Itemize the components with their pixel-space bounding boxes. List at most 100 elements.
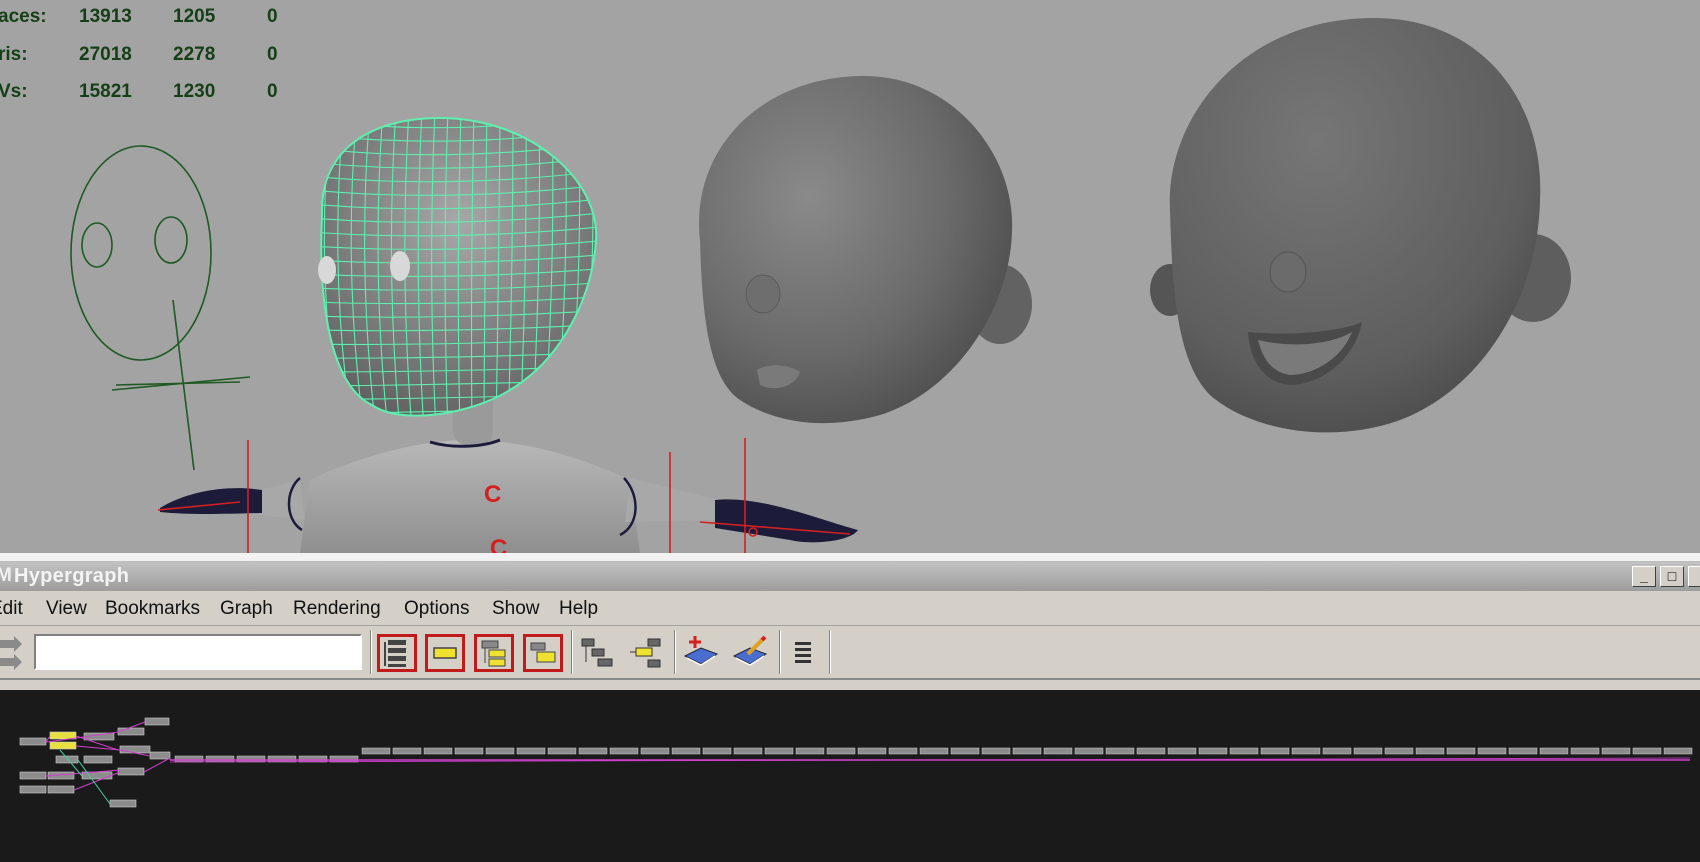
graph-node[interactable] — [205, 755, 235, 763]
graph-node[interactable] — [19, 737, 47, 746]
edit-bookmark-icon[interactable] — [730, 634, 770, 672]
maximize-button[interactable]: □ — [1660, 566, 1684, 587]
graph-node[interactable] — [119, 745, 151, 754]
graph-node[interactable] — [1570, 747, 1600, 755]
graph-node[interactable] — [83, 755, 113, 764]
graph-node[interactable] — [361, 747, 391, 755]
graph-node[interactable] — [1074, 747, 1104, 755]
vertical-layout-icon[interactable] — [626, 634, 666, 672]
graph-node[interactable] — [1477, 747, 1507, 755]
3d-viewport[interactable]: C C aces: 13913 1205 0 ris: 27018 2278 0… — [0, 0, 1700, 553]
sculpted-head-neutral — [699, 75, 1032, 424]
menu-help[interactable]: Help — [559, 598, 598, 620]
graph-node[interactable] — [764, 747, 794, 755]
menu-view[interactable]: View — [46, 598, 87, 620]
graph-node[interactable] — [236, 755, 266, 763]
graph-node[interactable] — [516, 747, 546, 755]
graph-node[interactable] — [795, 747, 825, 755]
graph-node[interactable] — [1136, 747, 1166, 755]
graph-node[interactable] — [578, 747, 608, 755]
graph-node[interactable] — [267, 755, 297, 763]
graph-node[interactable] — [117, 767, 145, 776]
graph-node[interactable] — [1446, 747, 1476, 755]
window-title: Hypergraph — [14, 565, 130, 587]
graph-node[interactable] — [47, 785, 75, 794]
frame-hierarchy-icon[interactable] — [474, 634, 514, 672]
frame-selection-icon[interactable] — [425, 634, 465, 672]
graph-node[interactable] — [640, 747, 670, 755]
hud-label: aces: — [0, 6, 47, 27]
hud-label: ris: — [0, 43, 28, 65]
graph-node[interactable] — [423, 747, 453, 755]
menu-rendering[interactable]: Rendering — [293, 598, 381, 620]
menu-bar: Edit View Bookmarks Graph Rendering Opti… — [0, 592, 1700, 626]
graph-node[interactable] — [1663, 747, 1693, 755]
graph-node[interactable] — [454, 747, 484, 755]
graph-node[interactable] — [1601, 747, 1631, 755]
graph-node[interactable] — [609, 747, 639, 755]
graph-node[interactable] — [1632, 747, 1662, 755]
graph-node[interactable] — [950, 747, 980, 755]
graph-node[interactable] — [1353, 747, 1383, 755]
scene-hierarchy-icon[interactable] — [377, 634, 417, 672]
node-graph-area[interactable] — [0, 690, 1700, 862]
graph-node[interactable] — [826, 747, 856, 755]
add-bookmark-icon[interactable] — [681, 634, 721, 672]
graph-node[interactable] — [1229, 747, 1259, 755]
graph-node[interactable] — [144, 717, 170, 726]
horizontal-layout-icon[interactable] — [578, 634, 618, 672]
input-output-icon[interactable] — [0, 636, 30, 670]
panel-divider[interactable] — [0, 553, 1700, 562]
graph-node[interactable] — [19, 771, 47, 780]
graph-node[interactable] — [174, 755, 204, 763]
menu-edit[interactable]: Edit — [0, 598, 23, 620]
graph-node[interactable] — [109, 799, 137, 808]
window-titlebar[interactable]: M Hypergraph _ □ — [0, 562, 1700, 591]
graph-node[interactable] — [1384, 747, 1414, 755]
graph-node[interactable] — [733, 747, 763, 755]
graph-node[interactable] — [1291, 747, 1321, 755]
graph-node[interactable] — [1043, 747, 1073, 755]
menu-bookmarks[interactable]: Bookmarks — [105, 598, 200, 620]
graph-node[interactable] — [392, 747, 422, 755]
graph-node[interactable] — [1105, 747, 1135, 755]
graph-node[interactable] — [298, 755, 328, 763]
toolbar-divider — [370, 630, 372, 674]
graph-node[interactable] — [1539, 747, 1569, 755]
wireframe-head — [318, 116, 598, 417]
search-input[interactable] — [34, 634, 362, 670]
hud-value: 1230 — [173, 81, 216, 102]
hud-value: 2278 — [173, 43, 216, 65]
graph-node[interactable] — [702, 747, 732, 755]
graph-node[interactable] — [919, 747, 949, 755]
graph-node[interactable] — [1322, 747, 1352, 755]
graph-node-selected[interactable] — [49, 741, 77, 750]
graph-node[interactable] — [329, 755, 359, 763]
graph-node[interactable] — [981, 747, 1011, 755]
graph-node[interactable] — [1167, 747, 1197, 755]
close-button[interactable] — [1688, 566, 1700, 587]
graph-node[interactable] — [857, 747, 887, 755]
menu-graph[interactable]: Graph — [220, 598, 273, 620]
graph-node[interactable] — [117, 727, 145, 736]
menu-options[interactable]: Options — [404, 598, 469, 620]
frame-branch-icon[interactable] — [523, 634, 563, 672]
graph-node[interactable] — [547, 747, 577, 755]
graph-node[interactable] — [1012, 747, 1042, 755]
graph-node[interactable] — [1508, 747, 1538, 755]
graph-node[interactable] — [1198, 747, 1228, 755]
options-menu-icon[interactable] — [785, 634, 825, 672]
graph-node[interactable] — [19, 785, 47, 794]
graph-node[interactable] — [149, 751, 171, 760]
graph-node[interactable] — [888, 747, 918, 755]
minimize-button[interactable]: _ — [1632, 566, 1656, 587]
graph-node[interactable] — [671, 747, 701, 755]
hypergraph-window: M Hypergraph _ □ Edit View Bookmarks Gra… — [0, 553, 1700, 862]
graph-node[interactable] — [1260, 747, 1290, 755]
graph-node[interactable] — [485, 747, 515, 755]
graph-node[interactable] — [55, 755, 79, 764]
graph-node[interactable] — [1415, 747, 1445, 755]
hud-value: 15821 — [79, 81, 132, 102]
menu-show[interactable]: Show — [492, 598, 540, 620]
graph-node-selected[interactable] — [49, 731, 77, 740]
